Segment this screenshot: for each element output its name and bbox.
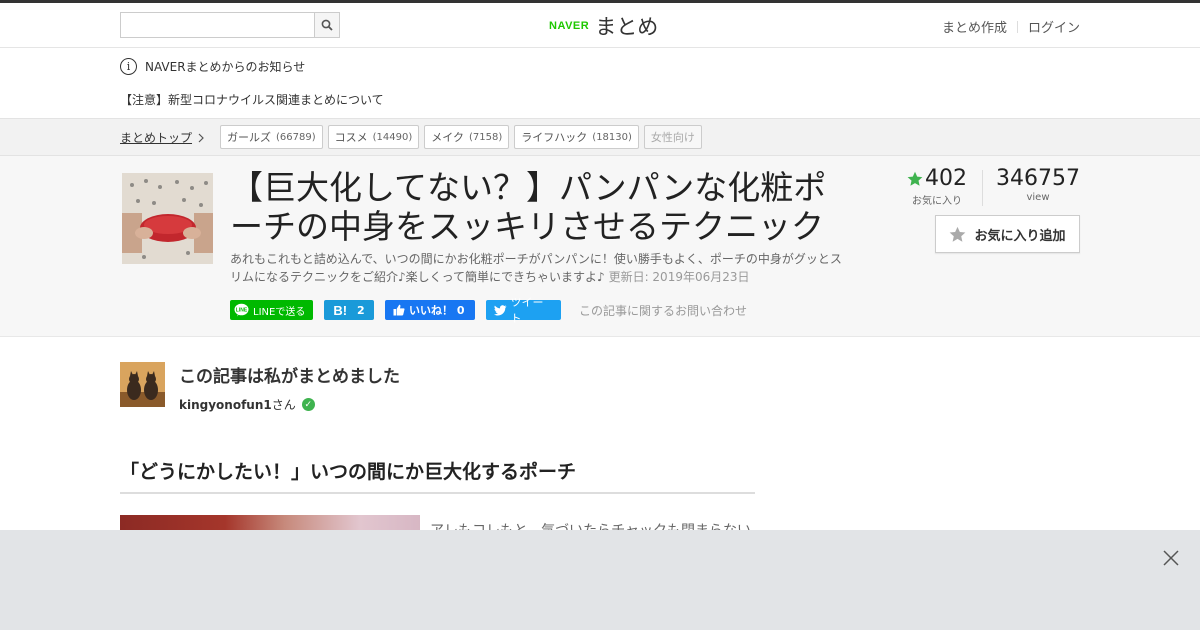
category-count: (14490) xyxy=(372,131,413,143)
chevron-right-icon xyxy=(198,133,204,142)
close-icon[interactable] xyxy=(1162,549,1180,567)
author-name-row: kingyonofun1さん ✓ xyxy=(179,396,400,413)
verified-check-icon: ✓ xyxy=(301,398,315,411)
article-title: 【巨大化してない？】パンパンな化粧ポーチの中身をスッキリさせるテクニック xyxy=(230,168,827,246)
star-icon xyxy=(907,171,923,186)
article-stats: 402 お気に入り 346757 view xyxy=(907,166,1080,207)
add-favorite-label: お気に入り追加 xyxy=(974,228,1066,244)
matome-top-link[interactable]: まとめトップ xyxy=(120,129,204,146)
tweet-label: ツイート xyxy=(510,296,544,325)
category-label: コスメ xyxy=(334,131,368,144)
category-bar: まとめトップ ガールズ (66789) コスメ (14490) メイク (715… xyxy=(0,118,1200,156)
search-icon xyxy=(321,19,333,31)
favorites-count: 402 xyxy=(925,166,968,191)
matome-top-label: まとめトップ xyxy=(120,131,193,145)
header-links: まとめ作成 ログイン xyxy=(942,17,1080,36)
category-label: メイク xyxy=(431,131,465,144)
section-heading: 「どうにかしたい！」いつの間にか巨大化するポーチ xyxy=(120,457,755,494)
site-header: NAVER まとめ まとめ作成 ログイン xyxy=(0,3,1200,48)
category-count: (66789) xyxy=(276,131,316,143)
facebook-like-button[interactable]: いいね！ 0 xyxy=(385,300,475,320)
line-icon: LINE xyxy=(234,303,249,317)
views-label: view xyxy=(1026,192,1050,203)
favorites-stat: 402 お気に入り xyxy=(907,166,967,207)
stats-divider xyxy=(982,170,984,206)
notice-link[interactable]: 【注意】新型コロナウイルス関連まとめについて xyxy=(120,91,384,108)
hatena-count: 2 xyxy=(357,303,365,317)
category-tab-makeup[interactable]: メイク (7158) xyxy=(424,125,510,149)
search-input[interactable] xyxy=(120,12,340,38)
facebook-like-label: いいね！ 0 xyxy=(409,304,465,317)
favorites-label: お気に入り xyxy=(912,196,963,207)
link-divider xyxy=(1016,20,1018,33)
article-thumbnail[interactable] xyxy=(122,173,213,264)
create-matome-link[interactable]: まとめ作成 xyxy=(942,17,1007,36)
star-outline-icon xyxy=(950,226,966,242)
search-button[interactable] xyxy=(314,13,339,37)
line-share-button[interactable]: LINE LINEで送る xyxy=(230,300,313,320)
category-label: 女性向け xyxy=(650,131,695,144)
notice-heading: i NAVERまとめからのお知らせ xyxy=(120,58,305,75)
logo-naver: NAVER xyxy=(549,20,590,32)
tweet-button[interactable]: ツイート xyxy=(486,296,561,325)
logo-matome: まとめ xyxy=(595,15,659,39)
description-text: あれもこれもと詰め込んで、いつの間にかお化粧ポーチがパンパンに！使い勝手もよく、… xyxy=(230,252,842,284)
thumbnail-image xyxy=(122,173,213,264)
svg-text:LINE: LINE xyxy=(236,308,248,314)
category-tab-cosme[interactable]: コスメ (14490) xyxy=(327,125,420,149)
author-block: この記事は私がまとめました kingyonofun1さん ✓ xyxy=(120,362,400,413)
share-buttons: LINE LINEで送る B! 2 いいね！ 0 ツイート この記事に関するお問… xyxy=(230,296,747,325)
author-suffix: さん xyxy=(271,398,296,412)
views-stat: 346757 view xyxy=(996,166,1080,203)
notice-title: NAVERまとめからのお知らせ xyxy=(145,60,306,74)
author-name[interactable]: kingyonofun1 xyxy=(179,398,272,412)
category-label: ガールズ xyxy=(227,131,271,144)
category-tab-women: 女性向け xyxy=(643,125,702,149)
twitter-bird-icon xyxy=(494,304,507,316)
line-share-label: LINEで送る xyxy=(253,306,306,318)
article-header: 【巨大化してない？】パンパンな化粧ポーチの中身をスッキリさせるテクニック あれも… xyxy=(0,156,1200,337)
search-field[interactable] xyxy=(121,13,311,37)
category-tabs: ガールズ (66789) コスメ (14490) メイク (7158) ライフハ… xyxy=(220,125,702,149)
category-tab-lifehack[interactable]: ライフハック (18130) xyxy=(514,125,639,149)
add-favorite-button[interactable]: お気に入り追加 xyxy=(935,215,1080,253)
ad-overlay-banner xyxy=(0,530,1200,630)
hatena-bookmark-button[interactable]: B! 2 xyxy=(324,300,374,320)
category-label: ライフハック xyxy=(521,131,588,144)
avatar-image xyxy=(120,362,165,407)
avatar[interactable] xyxy=(120,362,165,407)
hatena-icon: B! xyxy=(333,302,348,318)
category-count: (18130) xyxy=(592,131,632,143)
site-logo[interactable]: NAVER まとめ xyxy=(549,11,658,41)
login-link[interactable]: ログイン xyxy=(1028,17,1080,36)
updated-date: 更新日: 2019年06月23日 xyxy=(608,270,750,284)
views-count: 346757 xyxy=(996,166,1080,191)
category-count: (7158) xyxy=(469,131,503,143)
article-description: あれもこれもと詰め込んで、いつの間にかお化粧ポーチがパンパンに！使い勝手もよく、… xyxy=(230,250,850,286)
author-heading: この記事は私がまとめました xyxy=(179,367,400,387)
contact-link[interactable]: この記事に関するお問い合わせ xyxy=(579,302,747,319)
thumbs-up-icon xyxy=(393,304,405,316)
category-tab-girls[interactable]: ガールズ (66789) xyxy=(220,125,323,149)
info-icon: i xyxy=(120,58,137,75)
